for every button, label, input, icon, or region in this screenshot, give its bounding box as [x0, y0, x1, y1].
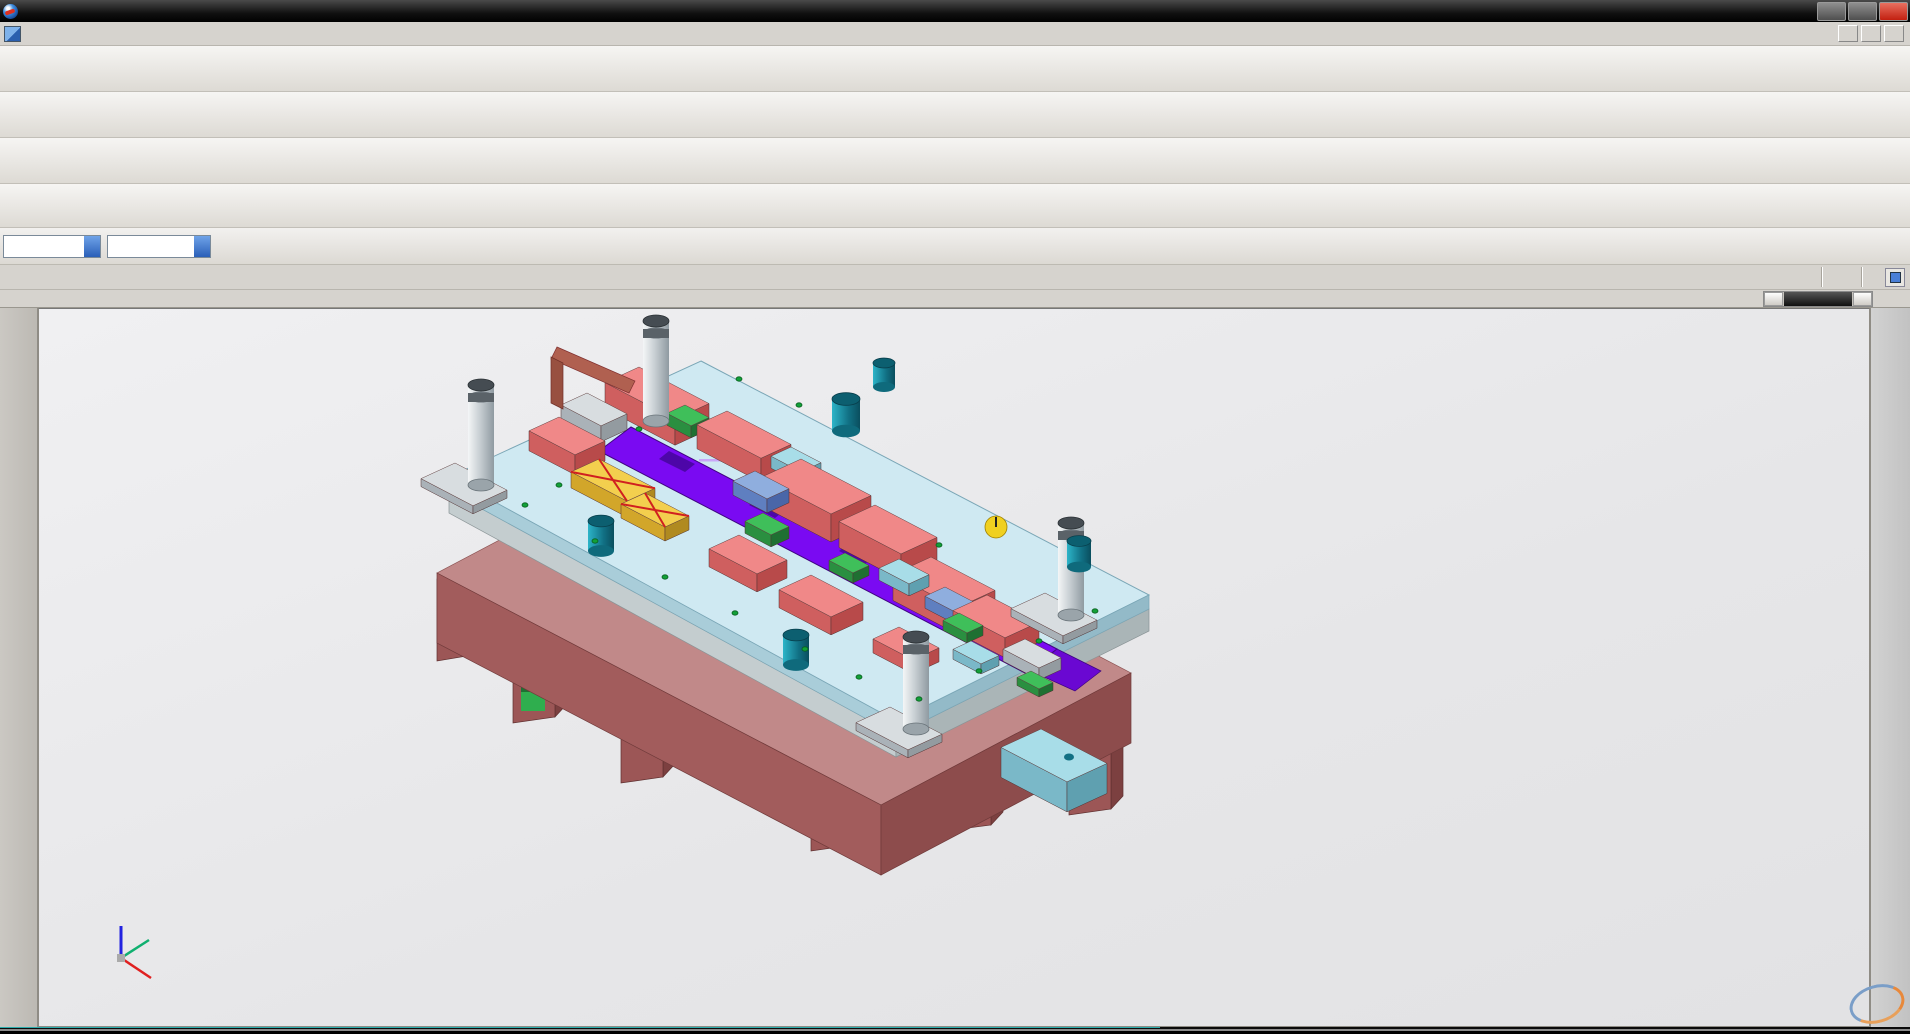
child-minimize-button[interactable] — [1838, 25, 1858, 42]
resource-bar — [0, 308, 38, 1027]
nx-app-icon — [3, 4, 18, 19]
selection-scope-dropdown[interactable] — [107, 235, 211, 258]
menu-bar — [0, 22, 1910, 46]
standard-toolbar — [0, 46, 1910, 92]
status-separator — [1821, 267, 1822, 287]
blue-square-icon — [1890, 272, 1901, 283]
dropdown-arrow-icon[interactable] — [84, 236, 100, 257]
status-bar — [0, 265, 1910, 290]
scroll-left-icon[interactable] — [1764, 292, 1783, 306]
scroll-right-icon[interactable] — [1853, 292, 1872, 306]
main-area — [0, 308, 1910, 1027]
curve-and-sketch-toolbar — [0, 184, 1910, 228]
minimize-button[interactable] — [1817, 2, 1846, 21]
status-separator — [1861, 267, 1862, 287]
restore-view-button[interactable] — [1885, 268, 1905, 287]
3d-die-assembly-model[interactable] — [39, 309, 1870, 1027]
watermark-logo — [1845, 978, 1909, 1030]
maximize-button[interactable] — [1848, 2, 1877, 21]
watermark — [1849, 985, 1908, 1023]
nx-application-window — [0, 0, 1910, 1034]
title-bar — [0, 0, 1910, 22]
child-close-button[interactable] — [1884, 25, 1904, 42]
selection-bar — [0, 228, 1910, 265]
dropdown-arrow-icon[interactable] — [194, 236, 210, 257]
feature-toolbar — [0, 92, 1910, 138]
coordinate-triad — [87, 918, 167, 998]
child-restore-button[interactable] — [1861, 25, 1881, 42]
part-library-bar — [1870, 308, 1910, 1027]
close-button[interactable] — [1879, 2, 1908, 21]
document-icon — [4, 26, 21, 42]
surface-and-macro-toolbar — [0, 138, 1910, 184]
graphics-viewport[interactable] — [38, 308, 1870, 1027]
bottom-edge-bar — [0, 1027, 1910, 1034]
scroll-strip — [0, 290, 1910, 308]
selection-filter-dropdown[interactable] — [3, 235, 101, 258]
horizontal-scrollbar[interactable] — [1763, 291, 1873, 307]
scrollbar-thumb[interactable] — [1784, 292, 1852, 306]
